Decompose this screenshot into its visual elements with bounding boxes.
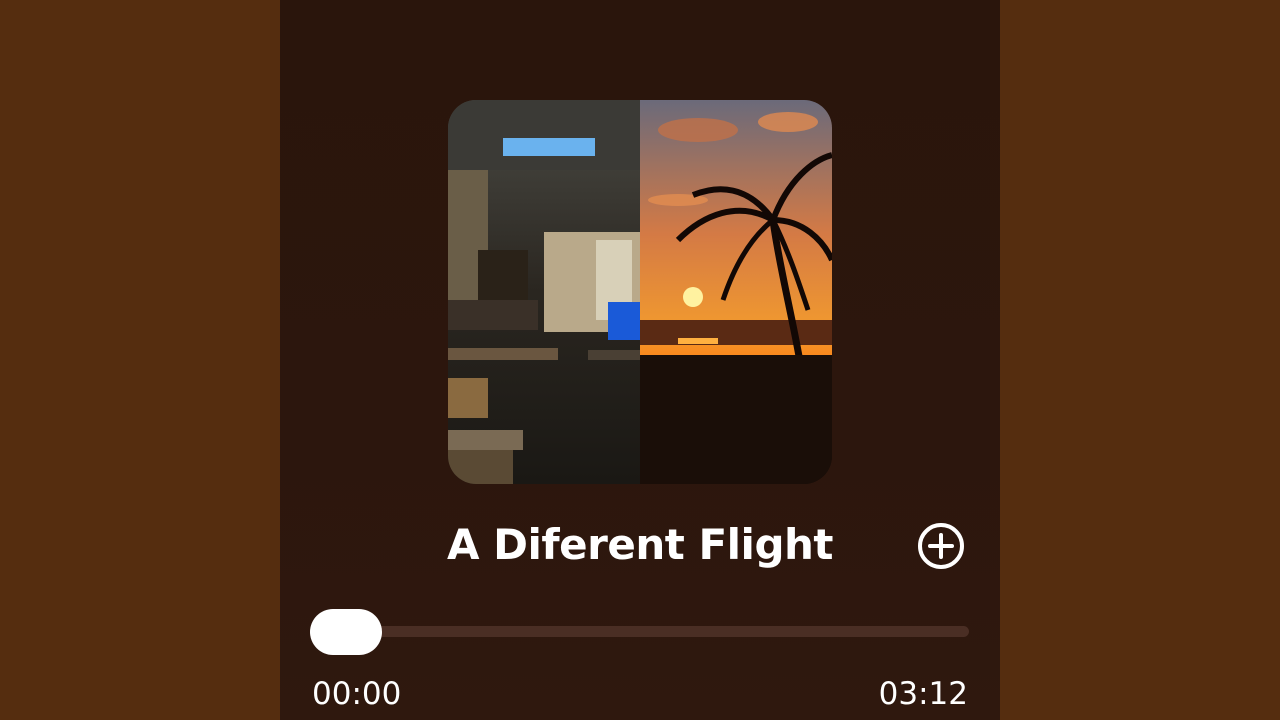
player-panel: A Diferent Flight 00:00 03:12 xyxy=(280,0,1000,720)
track-title: A Diferent Flight xyxy=(447,520,833,569)
progress-track[interactable] xyxy=(310,626,969,637)
right-backdrop xyxy=(1000,0,1280,720)
album-art xyxy=(448,100,832,484)
plus-circle-icon[interactable] xyxy=(917,522,965,570)
elapsed-time: 00:00 xyxy=(312,676,402,712)
left-backdrop xyxy=(0,0,280,720)
progress-thumb[interactable] xyxy=(310,609,382,655)
total-duration: 03:12 xyxy=(878,676,968,712)
title-row: A Diferent Flight xyxy=(280,518,1000,578)
